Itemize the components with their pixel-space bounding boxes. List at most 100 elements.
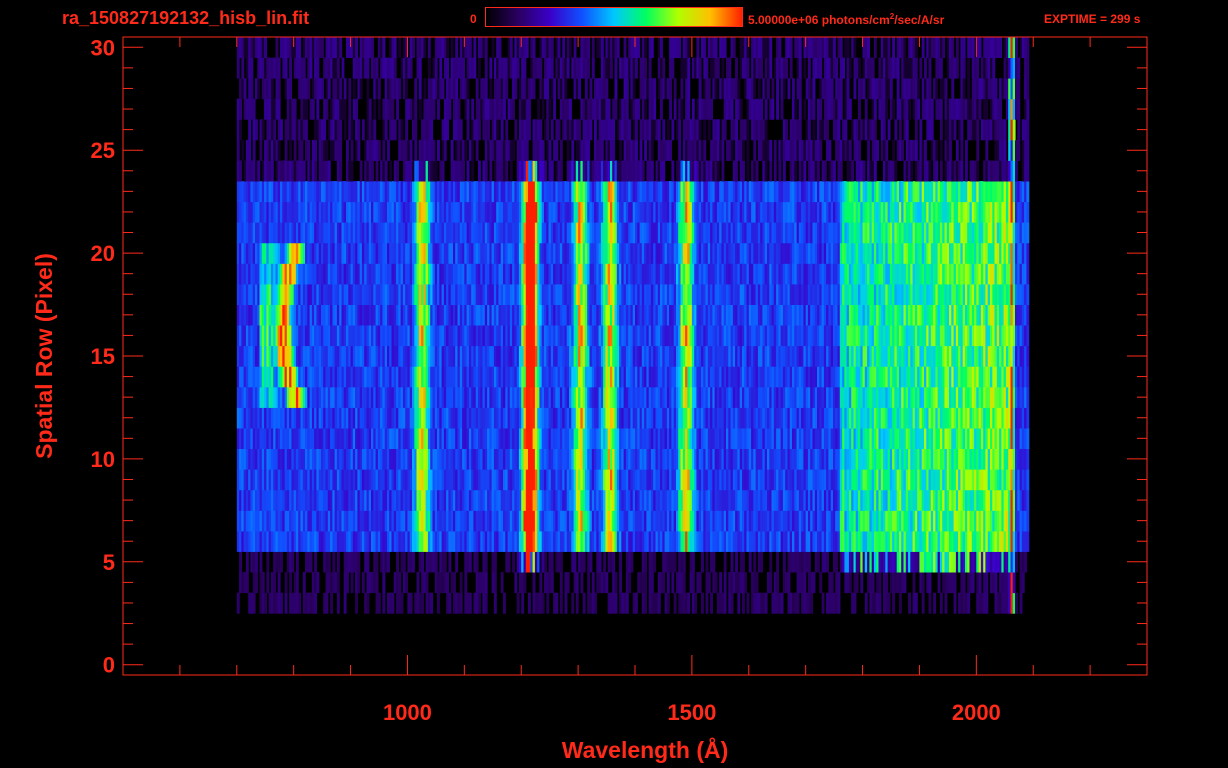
heatmap-cell bbox=[425, 572, 429, 594]
heatmap-cell bbox=[899, 592, 902, 614]
heatmap-cell bbox=[1026, 448, 1030, 470]
heatmap-cell bbox=[507, 551, 511, 573]
heatmap-cell bbox=[821, 592, 825, 614]
heatmap-cell bbox=[493, 551, 497, 573]
heatmap-cell bbox=[336, 551, 340, 573]
heatmap-cell bbox=[755, 572, 759, 594]
heatmap-cell bbox=[298, 592, 302, 614]
heatmap-cell bbox=[541, 592, 545, 614]
heatmap-cell bbox=[559, 592, 563, 614]
heatmap-cell bbox=[387, 551, 390, 573]
heatmap-cell bbox=[564, 592, 568, 614]
heatmap-cell bbox=[550, 572, 554, 594]
heatmap-cell bbox=[284, 572, 288, 594]
heatmap-cell bbox=[459, 572, 463, 594]
heatmap-cell bbox=[559, 551, 563, 573]
heatmap-cell bbox=[377, 592, 381, 614]
heatmap-cell bbox=[878, 572, 882, 594]
heatmap-cell bbox=[698, 572, 702, 594]
heatmap-cell bbox=[603, 551, 606, 573]
heatmap-cell bbox=[953, 572, 957, 594]
heatmap-cell bbox=[705, 551, 709, 573]
heatmap-cell bbox=[478, 592, 481, 614]
heatmap-cell bbox=[673, 551, 677, 573]
heatmap-cell bbox=[978, 572, 982, 594]
heatmap-cell bbox=[914, 592, 918, 614]
heatmap-cell bbox=[591, 572, 595, 594]
heatmap-cell bbox=[314, 592, 317, 614]
heatmap-cell bbox=[1026, 345, 1030, 367]
heatmap-cell bbox=[1019, 592, 1023, 614]
heatmap-cell bbox=[571, 592, 575, 614]
heatmap-cell bbox=[405, 572, 409, 594]
heatmap-cell bbox=[921, 592, 925, 614]
heatmap-cell bbox=[468, 551, 472, 573]
heatmap-cell bbox=[366, 592, 370, 614]
heatmap-cell bbox=[375, 551, 379, 573]
heatmap-cell bbox=[817, 551, 820, 573]
heatmap-cell bbox=[493, 592, 497, 614]
heatmap-cell bbox=[277, 572, 281, 594]
heatmap-cell bbox=[382, 572, 386, 594]
heatmap-cell bbox=[598, 551, 602, 573]
heatmap-cell bbox=[555, 592, 559, 614]
heatmap-cell bbox=[737, 592, 741, 614]
heatmap-cell bbox=[261, 572, 265, 594]
heatmap-cell bbox=[459, 592, 463, 614]
heatmap-cell bbox=[853, 592, 857, 614]
heatmap-cell bbox=[575, 572, 579, 594]
heatmap-cell bbox=[573, 551, 577, 573]
heatmap-cell bbox=[437, 592, 440, 614]
heatmap-cell bbox=[967, 592, 971, 614]
heatmap-cell bbox=[673, 592, 677, 614]
heatmap-cell bbox=[691, 551, 695, 573]
heatmap-cell bbox=[719, 572, 723, 594]
heatmap-cell bbox=[769, 572, 773, 594]
heatmap-cell bbox=[252, 592, 256, 614]
heatmap-cell bbox=[1026, 386, 1030, 408]
heatmap-cell bbox=[985, 592, 989, 614]
heatmap-cell bbox=[748, 551, 752, 573]
heatmap-cell bbox=[484, 592, 488, 614]
heatmap-cell bbox=[619, 572, 622, 594]
heatmap-cell bbox=[330, 592, 333, 614]
heatmap-cell bbox=[266, 551, 270, 573]
heatmap-cell bbox=[921, 572, 925, 594]
heatmap-cell bbox=[753, 551, 757, 573]
heatmap-cell bbox=[284, 592, 288, 614]
heatmap-cell bbox=[855, 572, 859, 594]
heatmap-cell bbox=[714, 572, 718, 594]
heatmap-cell bbox=[937, 572, 941, 594]
heatmap-cell bbox=[928, 592, 932, 614]
heatmap-cell bbox=[1026, 489, 1030, 511]
heatmap-cell bbox=[1012, 572, 1016, 594]
heatmap-cell bbox=[421, 592, 424, 614]
heatmap-cell bbox=[273, 572, 277, 594]
heatmap-cell bbox=[662, 572, 666, 594]
heatmap-cell bbox=[612, 551, 616, 573]
heatmap-cell bbox=[398, 572, 402, 594]
heatmap-cell bbox=[500, 572, 504, 594]
heatmap-cell bbox=[464, 572, 468, 594]
heatmap-cell bbox=[944, 592, 948, 614]
heatmap-cell bbox=[1021, 572, 1025, 594]
heatmap-cell bbox=[402, 551, 406, 573]
heatmap-cell bbox=[605, 572, 609, 594]
heatmap-cell bbox=[742, 551, 745, 573]
heatmap-cell bbox=[375, 572, 379, 594]
heatmap-cell bbox=[769, 551, 773, 573]
heatmap-cell bbox=[1026, 325, 1030, 347]
heatmap-cell bbox=[336, 592, 340, 614]
heatmap-cell bbox=[361, 572, 365, 594]
heatmap-cell bbox=[594, 592, 597, 614]
heatmap-cell bbox=[416, 572, 420, 594]
heatmap-cell bbox=[266, 572, 270, 594]
heatmap-cell bbox=[514, 572, 518, 594]
heatmap-cell bbox=[521, 592, 525, 614]
heatmap-cell bbox=[245, 572, 249, 594]
heatmap-cell bbox=[744, 572, 748, 594]
heatmap-cell bbox=[892, 592, 895, 614]
heatmap-cell bbox=[666, 572, 670, 594]
heatmap-cell bbox=[357, 551, 361, 573]
heatmap-cell bbox=[630, 551, 634, 573]
